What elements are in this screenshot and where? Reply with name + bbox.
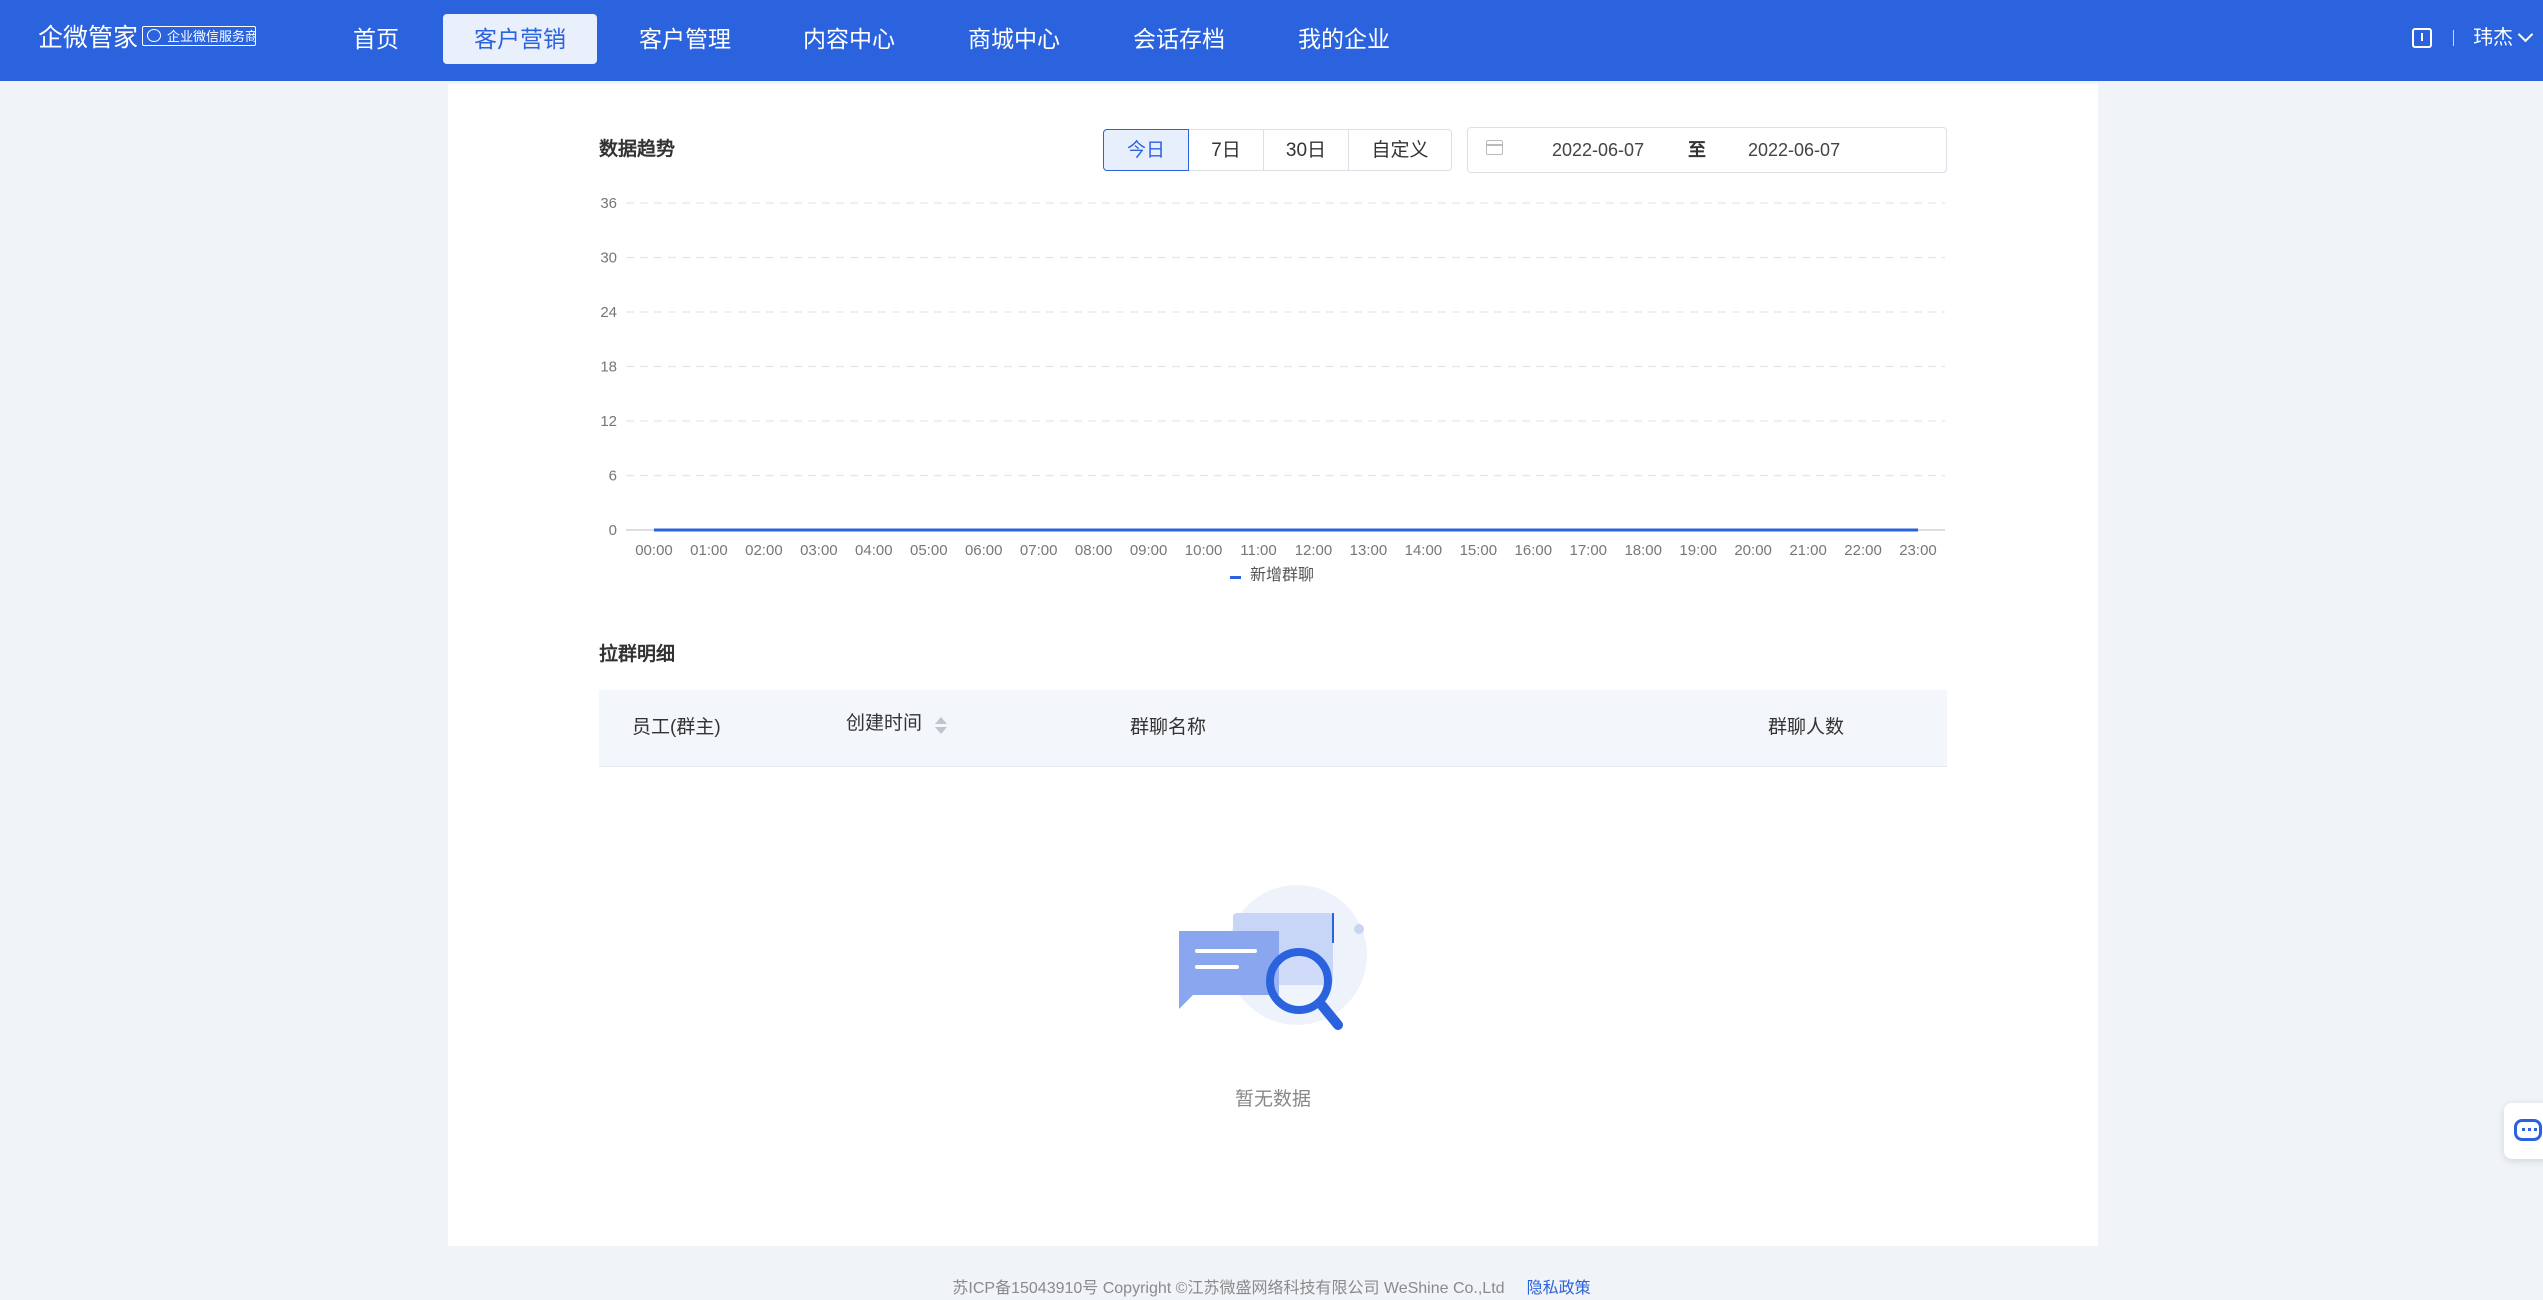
nav-item-mall-center[interactable]: 商城中心 bbox=[955, 14, 1073, 64]
nav-item-my-company[interactable]: 我的企业 bbox=[1285, 14, 1403, 64]
x-tick-label: 15:00 bbox=[1460, 542, 1498, 559]
y-tick-label: 36 bbox=[600, 195, 617, 212]
partner-badge: 企业微信服务商 bbox=[142, 26, 256, 46]
range-custom-button[interactable]: 自定义 bbox=[1348, 129, 1452, 171]
x-tick-label: 01:00 bbox=[690, 542, 728, 559]
table-header: 员工(群主) 创建时间 群聊名称 群聊人数 bbox=[599, 690, 1947, 767]
date-start[interactable]: 2022-06-07 bbox=[1552, 138, 1644, 162]
x-tick-label: 04:00 bbox=[855, 542, 893, 559]
partner-badge-label: 企业微信服务商 bbox=[167, 29, 256, 44]
empty-state-text: 暂无数据 bbox=[1173, 1088, 1373, 1112]
legend-label: 新增群聊 bbox=[1250, 567, 1314, 584]
x-tick-label: 20:00 bbox=[1734, 542, 1772, 559]
date-separator: 至 bbox=[1688, 138, 1706, 162]
nav-item-content-center[interactable]: 内容中心 bbox=[790, 14, 908, 64]
x-tick-label: 11:00 bbox=[1240, 542, 1276, 559]
x-tick-label: 02:00 bbox=[745, 542, 783, 559]
x-tick-label: 08:00 bbox=[1075, 542, 1113, 559]
sort-icon[interactable] bbox=[935, 717, 947, 735]
x-tick-label: 00:00 bbox=[635, 542, 673, 559]
x-tick-label: 17:00 bbox=[1569, 542, 1607, 559]
y-tick-label: 12 bbox=[600, 413, 617, 430]
brand-name[interactable]: 企微管家 bbox=[38, 22, 138, 54]
legend-marker bbox=[1230, 576, 1241, 579]
x-tick-label: 12:00 bbox=[1295, 542, 1333, 559]
nav-divider bbox=[2453, 30, 2454, 46]
user-name[interactable]: 玮杰 bbox=[2473, 24, 2513, 52]
x-tick-label: 07:00 bbox=[1020, 542, 1058, 559]
empty-state-illustration bbox=[1175, 885, 1375, 1045]
y-tick-label: 24 bbox=[600, 304, 617, 321]
footer-copyright: 苏ICP备15043910号 Copyright ©江苏微盛网络科技有限公司 W… bbox=[952, 1280, 1504, 1297]
column-owner: 员工(群主) bbox=[632, 716, 721, 740]
y-tick-label: 18 bbox=[600, 359, 617, 376]
x-tick-label: 21:00 bbox=[1789, 542, 1827, 559]
range-7d-button[interactable]: 7日 bbox=[1188, 129, 1264, 171]
date-end[interactable]: 2022-06-07 bbox=[1748, 138, 1840, 162]
x-tick-label: 19:00 bbox=[1679, 542, 1717, 559]
x-tick-label: 18:00 bbox=[1624, 542, 1662, 559]
footer: 苏ICP备15043910号 Copyright ©江苏微盛网络科技有限公司 W… bbox=[0, 1278, 2543, 1300]
nav-item-customer-management[interactable]: 客户管理 bbox=[626, 14, 744, 64]
nav-item-customer-marketing[interactable]: 客户营销 bbox=[443, 14, 597, 64]
top-nav-bar: 企微管家 企业微信服务商 首页 客户营销 客户管理 内容中心 商城中心 会话存档… bbox=[0, 0, 2543, 81]
range-30d-button[interactable]: 30日 bbox=[1263, 129, 1349, 171]
chart-legend[interactable]: 新增群聊 bbox=[1230, 566, 1314, 586]
trend-line-chart: 0 6 12 18 24 30 36 00:00 01:00 02:00 03:00 04:00 05:… bbox=[590, 188, 1960, 568]
detail-title: 拉群明细 bbox=[599, 643, 675, 667]
nav-item-session-archive[interactable]: 会话存档 bbox=[1120, 14, 1238, 64]
privacy-policy-link[interactable]: 隐私政策 bbox=[1527, 1280, 1591, 1297]
column-group-name: 群聊名称 bbox=[1130, 716, 1206, 740]
y-tick-label: 6 bbox=[609, 468, 617, 485]
chevron-down-icon[interactable] bbox=[2518, 27, 2534, 43]
x-tick-label: 22:00 bbox=[1844, 542, 1882, 559]
x-tick-label: 05:00 bbox=[910, 542, 948, 559]
x-tick-label: 14:00 bbox=[1405, 542, 1443, 559]
trend-title: 数据趋势 bbox=[599, 138, 675, 162]
wecom-icon bbox=[147, 29, 161, 42]
x-tick-label: 16:00 bbox=[1515, 542, 1553, 559]
help-book-icon[interactable] bbox=[2412, 28, 2432, 48]
calendar-icon bbox=[1486, 140, 1503, 155]
x-tick-label: 03:00 bbox=[800, 542, 838, 559]
column-created-time[interactable]: 创建时间 bbox=[846, 712, 922, 736]
support-chat-button[interactable] bbox=[2504, 1103, 2543, 1159]
y-tick-label: 30 bbox=[600, 250, 617, 267]
x-tick-label: 09:00 bbox=[1130, 542, 1168, 559]
range-today-button[interactable]: 今日 bbox=[1103, 129, 1189, 171]
chat-bubble-icon bbox=[2514, 1119, 2542, 1141]
x-tick-label: 13:00 bbox=[1350, 542, 1388, 559]
x-tick-label: 06:00 bbox=[965, 542, 1003, 559]
column-member-count: 群聊人数 bbox=[1768, 716, 1844, 740]
date-range-picker[interactable]: 2022-06-07 至 2022-06-07 bbox=[1467, 127, 1947, 173]
x-tick-label: 23:00 bbox=[1899, 542, 1937, 559]
x-tick-label: 10:00 bbox=[1185, 542, 1223, 559]
y-tick-label: 0 bbox=[609, 522, 617, 539]
nav-item-home[interactable]: 首页 bbox=[334, 14, 418, 64]
